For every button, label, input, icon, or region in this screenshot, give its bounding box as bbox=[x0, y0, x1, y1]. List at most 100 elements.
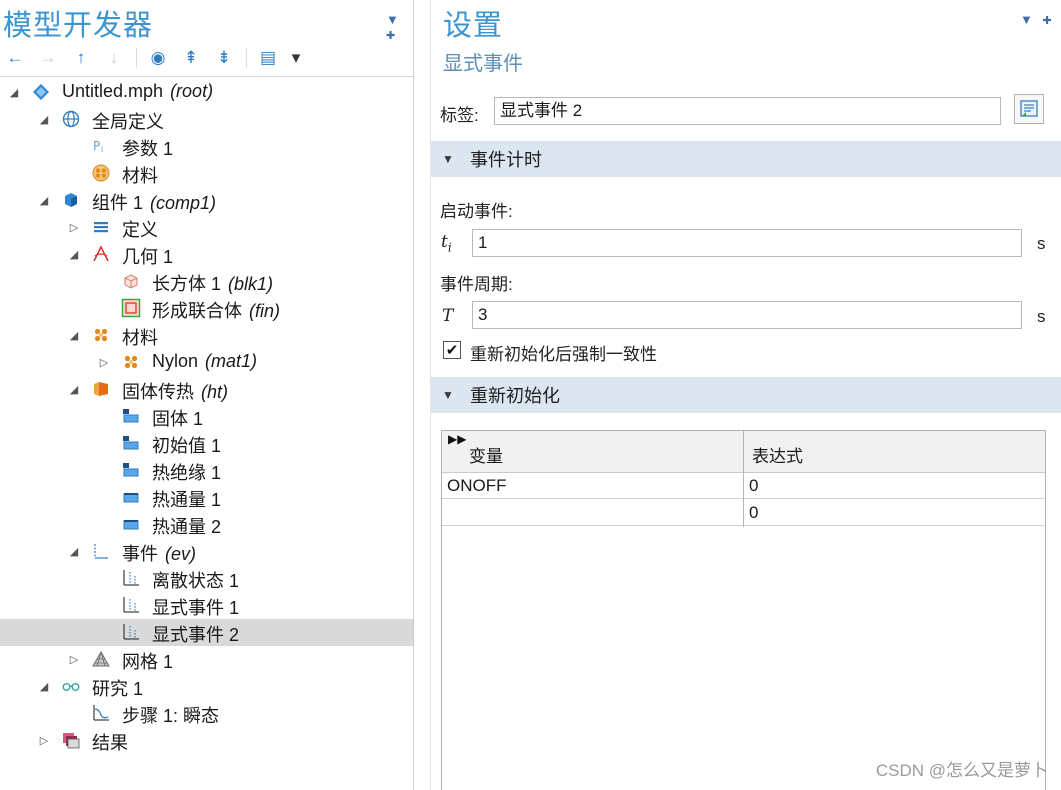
tree-node[interactable]: 初始值 1 bbox=[0, 430, 413, 457]
tree-collapse-icon[interactable]: ◢ bbox=[38, 194, 50, 207]
period-input[interactable]: 3 bbox=[472, 301, 1022, 329]
model-builder-toolbar: ← → ↑ ↓ ◉ ⇞ ⇟ ▤ ▾ bbox=[0, 44, 413, 72]
column-header-variable[interactable]: 变量 bbox=[469, 431, 739, 472]
event-timings-section-header[interactable]: ▼ 事件计时 bbox=[431, 141, 1061, 177]
tree-expand-icon[interactable]: ▷ bbox=[98, 356, 110, 369]
move-down-icon[interactable]: ↓ bbox=[103, 47, 125, 69]
heat-flux-icon bbox=[121, 514, 141, 534]
pin-icon[interactable]: ✚ bbox=[1043, 15, 1052, 27]
settings-panel: 设置 ▼ ✚ 显式事件 标签: 显式事件 2 ▼ 事件计时 启动事件: ti 1… bbox=[430, 0, 1061, 790]
block-icon bbox=[121, 271, 141, 291]
panel-menu-icon[interactable]: ▼ bbox=[386, 12, 399, 27]
tree-node[interactable]: ◢ 事件 (ev) bbox=[0, 538, 413, 565]
tree-node-label: 显式事件 1 bbox=[152, 594, 239, 620]
tree-node[interactable]: 显式事件 2 bbox=[0, 619, 413, 646]
form-union-icon bbox=[121, 298, 141, 318]
enforce-consistency-checkbox[interactable]: ✔ bbox=[443, 341, 461, 359]
tree-collapse-icon[interactable]: ◢ bbox=[68, 248, 80, 261]
comsol-window: 模型开发器 ▼ ✚ ← → ↑ ↓ ◉ ⇞ ⇟ ▤ ▾ ◢ Untitled.mph (root) ◢… bbox=[0, 0, 1061, 790]
heat-flux-icon bbox=[121, 487, 141, 507]
tree-node-label: 显式事件 2 bbox=[152, 621, 239, 647]
tree-collapse-icon[interactable]: ◢ bbox=[8, 86, 20, 99]
expand-all-icon[interactable]: ⇟ bbox=[213, 47, 235, 69]
tree-expand-icon[interactable]: ▷ bbox=[68, 653, 80, 666]
tree-node[interactable]: ◢ 材料 bbox=[0, 322, 413, 349]
tree-node-label: 热通量 2 bbox=[152, 513, 221, 539]
tree-node[interactable]: ◢ 组件 1 (comp1) bbox=[0, 187, 413, 214]
tree-node-label: 固体 1 bbox=[152, 405, 203, 431]
tree-collapse-icon[interactable]: ◢ bbox=[68, 329, 80, 342]
tree-node-text: 参数 1 bbox=[122, 139, 174, 159]
table-cell-expression[interactable]: 0 bbox=[744, 499, 1045, 526]
thermal-insulation-icon bbox=[121, 460, 141, 480]
label-field[interactable]: 显式事件 2 bbox=[494, 97, 1001, 125]
settings-panel-controls: ▼ ✚ bbox=[1014, 12, 1052, 27]
tree-node[interactable]: ▷ 网格 1 bbox=[0, 646, 413, 673]
tree-node[interactable]: 热绝缘 1 bbox=[0, 457, 413, 484]
tree-node[interactable]: ◢ 研究 1 bbox=[0, 673, 413, 700]
tree-node[interactable]: ◢ Untitled.mph (root) bbox=[0, 79, 413, 106]
tree-node[interactable]: Pi 参数 1 bbox=[0, 133, 413, 160]
checkmark-icon: ✔ bbox=[445, 342, 459, 359]
tree-node-text: 组件 1 bbox=[92, 193, 144, 213]
dropdown-icon[interactable]: ▾ bbox=[290, 47, 302, 69]
move-up-icon[interactable]: ↑ bbox=[70, 47, 92, 69]
start-time-input[interactable]: 1 bbox=[472, 229, 1022, 257]
tree-collapse-icon[interactable]: ◢ bbox=[38, 113, 50, 126]
pin-icon[interactable]: ✚ bbox=[386, 30, 395, 42]
tree-node[interactable]: ◢ 几何 1 bbox=[0, 241, 413, 268]
tree-node[interactable]: ▷ 结果 bbox=[0, 727, 413, 754]
panel-menu-icon[interactable]: ▼ bbox=[1020, 12, 1033, 27]
tree-node[interactable]: 显式事件 1 bbox=[0, 592, 413, 619]
tree-node[interactable]: ▷ Nylon (mat1) bbox=[0, 349, 413, 376]
forward-arrow-icon[interactable]: → bbox=[37, 47, 59, 69]
table-cell-variable[interactable]: ONOFF bbox=[442, 472, 743, 499]
collapse-all-icon[interactable]: ⇞ bbox=[180, 47, 202, 69]
tree-node-text: 事件 bbox=[122, 544, 158, 564]
column-header-expression[interactable]: 表达式 bbox=[752, 431, 1042, 472]
toolbar-separator bbox=[136, 48, 137, 68]
tree-node-label: 形成联合体 (fin) bbox=[152, 297, 280, 323]
results-icon bbox=[61, 730, 81, 750]
tree-node[interactable]: 材料 bbox=[0, 160, 413, 187]
tree-node-label: 固体传热 (ht) bbox=[122, 378, 228, 404]
tree-node[interactable]: 固体 1 bbox=[0, 403, 413, 430]
material-nylon-icon bbox=[121, 352, 141, 372]
tree-node[interactable]: ◢ 固体传热 (ht) bbox=[0, 376, 413, 403]
tree-node-label: Untitled.mph (root) bbox=[62, 81, 213, 102]
toolbar-separator bbox=[246, 48, 247, 68]
tree-collapse-icon[interactable]: ◢ bbox=[38, 680, 50, 693]
materials-icon bbox=[91, 325, 111, 345]
label-rename-button[interactable] bbox=[1014, 94, 1044, 124]
tree-node-text: 步骤 1: 瞬态 bbox=[122, 706, 220, 726]
fast-forward-icon[interactable]: ▶▶ bbox=[448, 432, 466, 446]
tree-node[interactable]: ◢ 全局定义 bbox=[0, 106, 413, 133]
tree-node[interactable]: ▷ 定义 bbox=[0, 214, 413, 241]
table-cell-expression[interactable]: 0 bbox=[744, 472, 1045, 499]
tree-node[interactable]: 形成联合体 (fin) bbox=[0, 295, 413, 322]
period-caption: 事件周期: bbox=[440, 275, 513, 294]
initial-values-icon bbox=[121, 433, 141, 453]
table-cell-variable[interactable] bbox=[442, 499, 743, 526]
tree-collapse-icon[interactable]: ◢ bbox=[68, 383, 80, 396]
tree-node[interactable]: 热通量 1 bbox=[0, 484, 413, 511]
tree-node[interactable]: 步骤 1: 瞬态 bbox=[0, 700, 413, 727]
tree-expand-icon[interactable]: ▷ bbox=[68, 221, 80, 234]
tree-node-tag: (comp1) bbox=[150, 193, 217, 213]
tree-collapse-icon[interactable]: ◢ bbox=[68, 545, 80, 558]
show-icon[interactable]: ◉ bbox=[147, 47, 169, 69]
reinitialization-section-header[interactable]: ▼ 重新初始化 bbox=[431, 377, 1061, 413]
tree-node-text: 网格 1 bbox=[122, 652, 174, 672]
tree-node-label: 组件 1 (comp1) bbox=[92, 189, 216, 215]
tree-expand-icon[interactable]: ▷ bbox=[38, 734, 50, 747]
back-arrow-icon[interactable]: ← bbox=[4, 47, 26, 69]
period-symbol: T bbox=[442, 306, 454, 326]
label-caption: 标签: bbox=[440, 106, 479, 125]
tree-node[interactable]: 热通量 2 bbox=[0, 511, 413, 538]
settings-title: 设置 bbox=[443, 8, 504, 42]
list-options-icon[interactable]: ▤ bbox=[257, 47, 279, 69]
tree-node-tag: (blk1) bbox=[228, 274, 274, 294]
tree-node[interactable]: 长方体 1 (blk1) bbox=[0, 268, 413, 295]
tree-node-tag: (ev) bbox=[165, 544, 196, 564]
tree-node[interactable]: 离散状态 1 bbox=[0, 565, 413, 592]
